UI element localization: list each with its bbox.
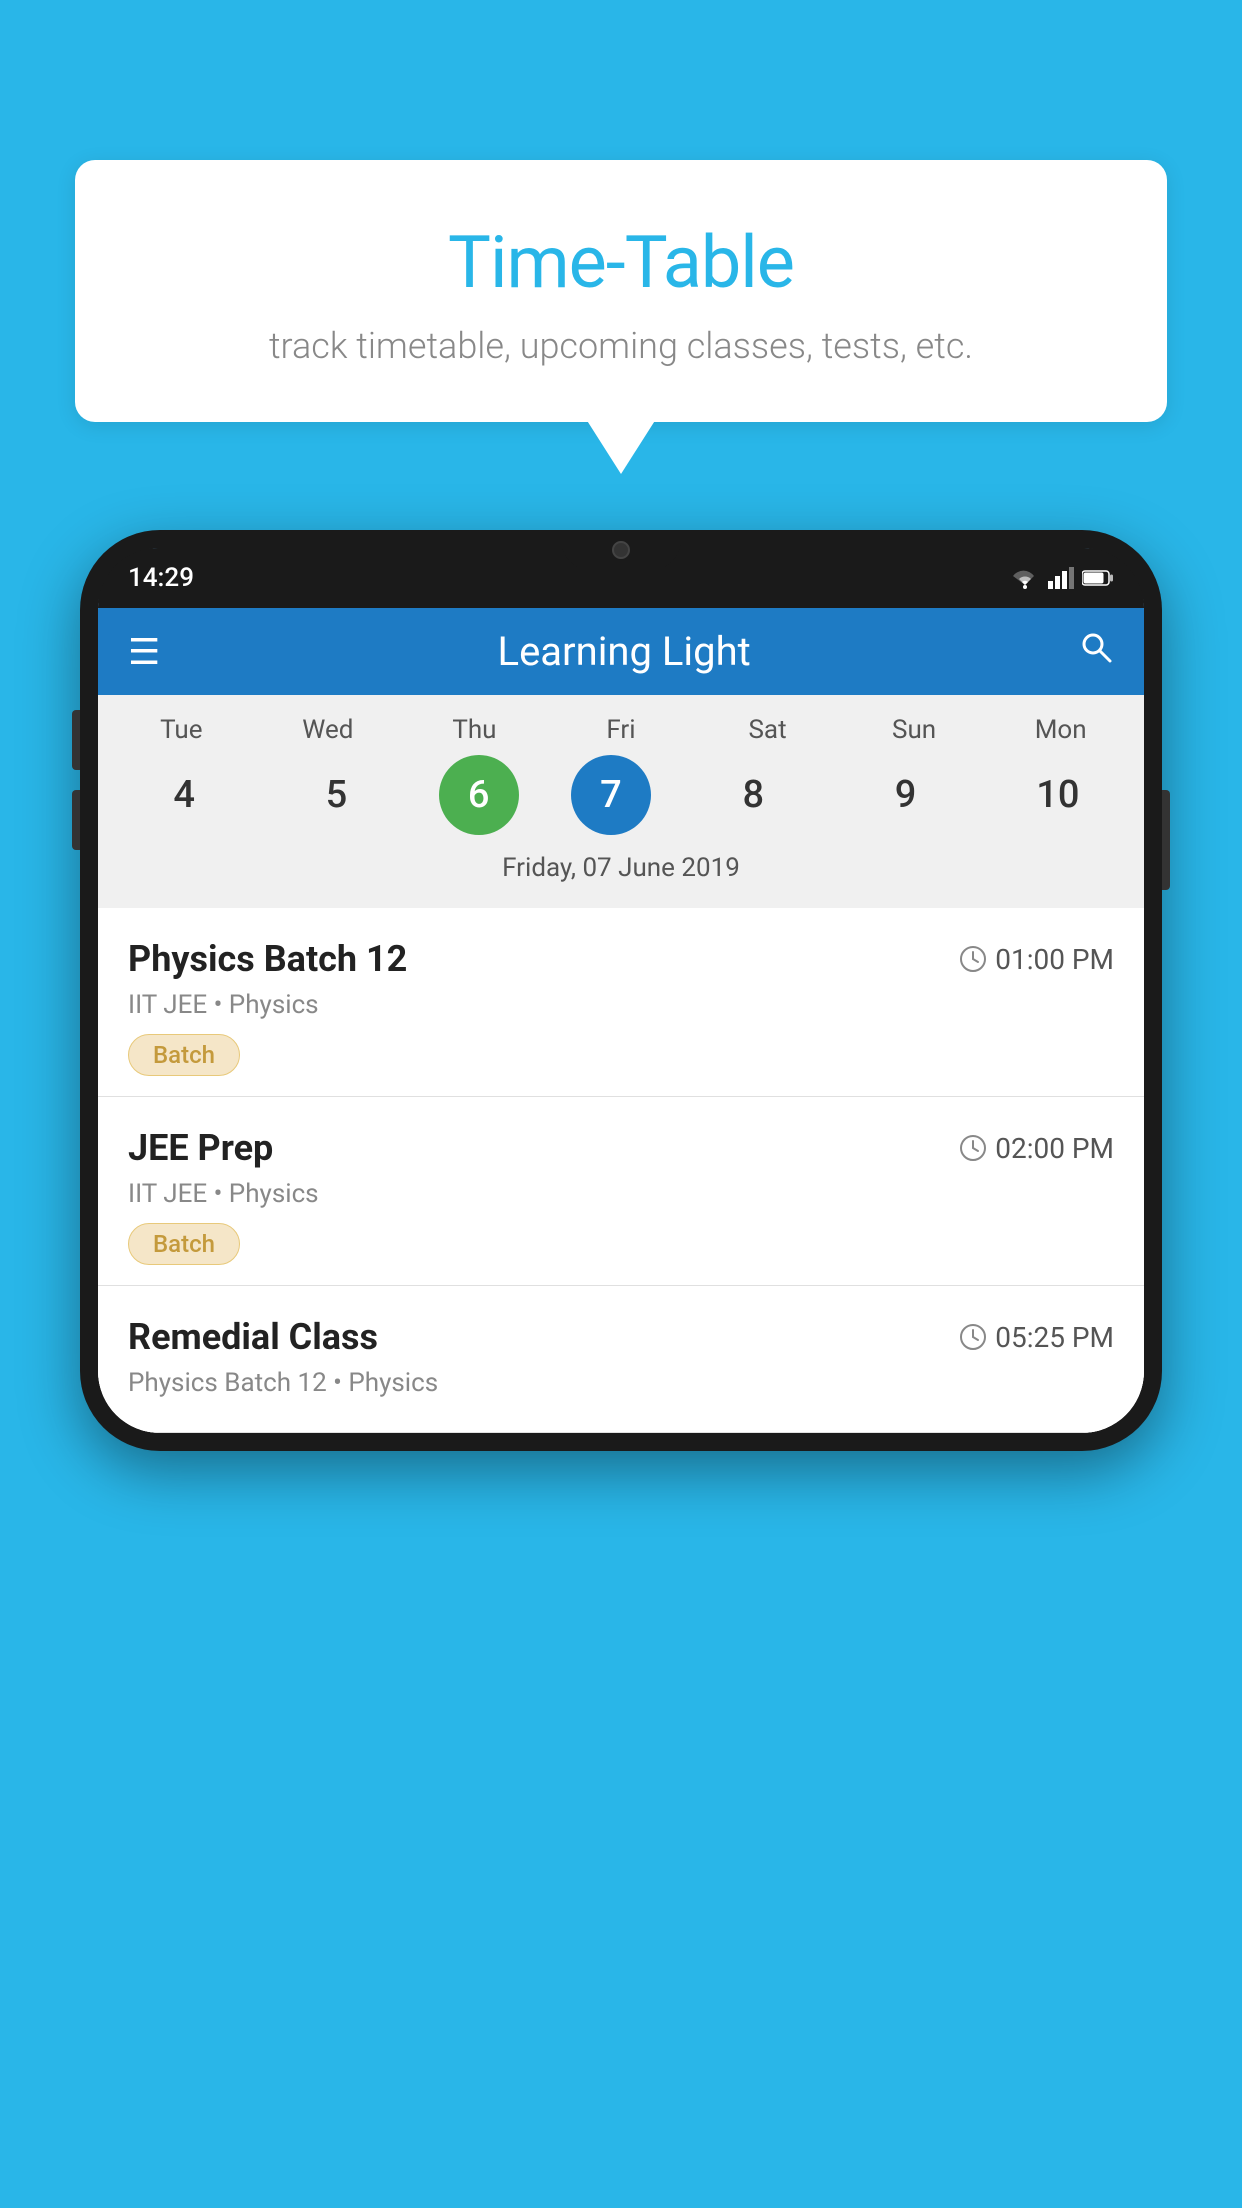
time-text-1: 01:00 PM bbox=[995, 943, 1114, 976]
phone-outer: 14:29 bbox=[80, 530, 1162, 1451]
bubble-title: Time-Table bbox=[115, 220, 1127, 305]
schedule-item-2[interactable]: JEE Prep 02:00 PM IIT JEE • Physics Batc… bbox=[98, 1097, 1144, 1286]
app-title: Learning Light bbox=[170, 628, 1078, 675]
day-header-sun: Sun bbox=[864, 715, 964, 745]
clock-icon-3 bbox=[959, 1323, 987, 1351]
bubble-subtitle: track timetable, upcoming classes, tests… bbox=[115, 325, 1127, 367]
day-header-wed: Wed bbox=[278, 715, 378, 745]
day-numbers: 4 5 6 7 8 9 10 bbox=[98, 755, 1144, 835]
time-text-2: 02:00 PM bbox=[995, 1132, 1114, 1165]
schedule-title-3: Remedial Class bbox=[128, 1316, 378, 1358]
schedule-subtitle-3: Physics Batch 12 • Physics bbox=[128, 1368, 1114, 1398]
day-header-sat: Sat bbox=[718, 715, 818, 745]
schedule-item-3[interactable]: Remedial Class 05:25 PM Physics Batch 12… bbox=[98, 1286, 1144, 1433]
speech-bubble-container: Time-Table track timetable, upcoming cla… bbox=[75, 160, 1167, 422]
schedule-subtitle-2: IIT JEE • Physics bbox=[128, 1179, 1114, 1209]
day-6-today[interactable]: 6 bbox=[439, 755, 519, 835]
schedule-title-1: Physics Batch 12 bbox=[128, 938, 407, 980]
day-header-tue: Tue bbox=[131, 715, 231, 745]
time-text-3: 05:25 PM bbox=[995, 1321, 1114, 1354]
selected-date: Friday, 07 June 2019 bbox=[98, 845, 1144, 898]
day-7-selected[interactable]: 7 bbox=[571, 755, 651, 835]
day-8[interactable]: 8 bbox=[703, 755, 803, 835]
day-5[interactable]: 5 bbox=[286, 755, 386, 835]
wifi-icon bbox=[1010, 567, 1040, 589]
search-icon[interactable] bbox=[1078, 629, 1114, 674]
day-header-thu: Thu bbox=[424, 715, 524, 745]
clock-icon-1 bbox=[959, 945, 987, 973]
front-camera bbox=[612, 541, 630, 559]
day-headers: Tue Wed Thu Fri Sat Sun Mon bbox=[98, 715, 1144, 745]
schedule-time-1: 01:00 PM bbox=[959, 943, 1114, 976]
status-time: 14:29 bbox=[128, 563, 194, 593]
volume-down-button[interactable] bbox=[72, 790, 80, 850]
phone-mockup: 14:29 bbox=[80, 530, 1162, 2208]
schedule-time-3: 05:25 PM bbox=[959, 1321, 1114, 1354]
signal-icon bbox=[1048, 567, 1074, 589]
schedule-item-2-header: JEE Prep 02:00 PM bbox=[128, 1127, 1114, 1169]
schedule-time-2: 02:00 PM bbox=[959, 1132, 1114, 1165]
day-4[interactable]: 4 bbox=[134, 755, 234, 835]
battery-icon bbox=[1082, 569, 1114, 587]
status-icons bbox=[1010, 567, 1114, 589]
schedule-subtitle-1: IIT JEE • Physics bbox=[128, 990, 1114, 1020]
schedule-item-3-header: Remedial Class 05:25 PM bbox=[128, 1316, 1114, 1358]
schedule-list: Physics Batch 12 01:00 PM IIT JEE • Phys… bbox=[98, 908, 1144, 1433]
phone-screen: ☰ Learning Light Tue Wed Thu Fri Sat bbox=[98, 548, 1144, 1433]
side-buttons-left bbox=[72, 710, 80, 850]
day-header-fri: Fri bbox=[571, 715, 671, 745]
day-10[interactable]: 10 bbox=[1008, 755, 1108, 835]
side-buttons-right bbox=[1162, 790, 1170, 890]
speech-bubble: Time-Table track timetable, upcoming cla… bbox=[75, 160, 1167, 422]
batch-badge-2: Batch bbox=[128, 1223, 240, 1265]
schedule-item-1-header: Physics Batch 12 01:00 PM bbox=[128, 938, 1114, 980]
schedule-title-2: JEE Prep bbox=[128, 1127, 273, 1169]
clock-icon-2 bbox=[959, 1134, 987, 1162]
day-header-mon: Mon bbox=[1011, 715, 1111, 745]
volume-up-button[interactable] bbox=[72, 710, 80, 770]
batch-badge-1: Batch bbox=[128, 1034, 240, 1076]
notch bbox=[561, 530, 681, 570]
hamburger-menu-icon[interactable]: ☰ bbox=[128, 634, 160, 670]
day-9[interactable]: 9 bbox=[856, 755, 956, 835]
calendar-strip: Tue Wed Thu Fri Sat Sun Mon 4 5 6 7 8 9 … bbox=[98, 695, 1144, 908]
schedule-item-1[interactable]: Physics Batch 12 01:00 PM IIT JEE • Phys… bbox=[98, 908, 1144, 1097]
power-button[interactable] bbox=[1162, 790, 1170, 890]
